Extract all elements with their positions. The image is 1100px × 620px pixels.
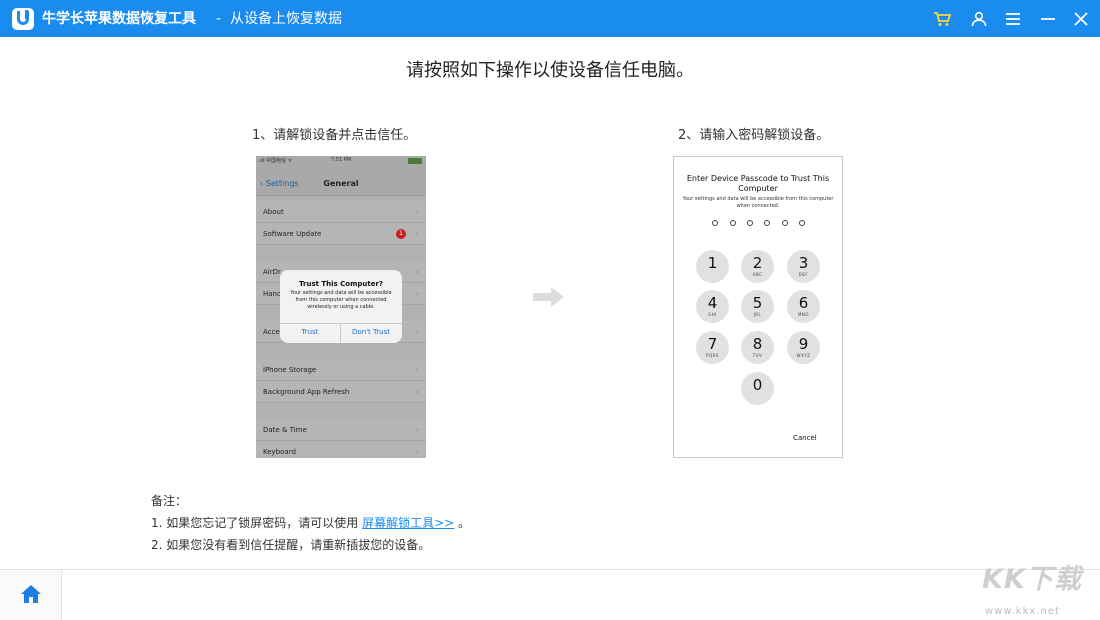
passcode-dot xyxy=(712,220,718,226)
list-item: iPhone Storage › xyxy=(256,359,426,381)
home-icon xyxy=(21,585,41,603)
nav-title: General xyxy=(323,179,359,188)
nav-bar: ‹ Settings General xyxy=(256,166,426,196)
keypad-key: 2 ABC xyxy=(741,250,774,283)
screen-unlock-link[interactable]: 屏幕解锁工具>> xyxy=(362,516,454,530)
keypad-key: 8 TUV xyxy=(741,331,774,364)
keypad-key: 7 PQRS xyxy=(696,331,729,364)
keypad-key: 9 WXYZ xyxy=(787,331,820,364)
passcode-dot xyxy=(747,220,753,226)
badge: 1 xyxy=(396,229,406,239)
list-item: Background App Refresh › xyxy=(256,381,426,403)
cart-icon[interactable] xyxy=(929,6,955,32)
page-heading: 请按照如下操作以使设备信任电脑。 xyxy=(406,60,694,81)
user-icon[interactable] xyxy=(966,6,992,32)
battery-icon xyxy=(408,158,422,164)
trust-button: Trust xyxy=(301,328,319,336)
status-bar: ııll 中国电信 ᯤ 7:51 PM xyxy=(256,156,426,166)
note-2: 2. 如果您没有看到信任提醒，请重新插拔您的设备。 xyxy=(151,538,431,552)
dont-trust-button: Don't Trust xyxy=(352,328,390,336)
keypad-key: 4 GHI xyxy=(696,290,729,323)
watermark-logo: KK下载 xyxy=(982,564,1082,595)
trust-illustration: ııll 中国电信 ᯤ 7:51 PM ‹ Settings General A… xyxy=(256,156,426,458)
footer-divider xyxy=(0,569,1100,570)
trust-alert: Trust This Computer? Your settings and d… xyxy=(280,270,402,343)
passcode-subtitle: Your settings and data will be accessibl… xyxy=(682,196,834,209)
passcode-dot xyxy=(764,220,770,226)
keypad-key: 5 JKL xyxy=(741,290,774,323)
close-icon[interactable] xyxy=(1068,6,1094,32)
list-item: Date & Time › xyxy=(256,419,426,441)
step1-label: 1、请解锁设备并点击信任。 xyxy=(252,128,417,143)
alert-body: Your settings and data will be accessibl… xyxy=(290,290,392,310)
cancel-label: Cancel xyxy=(793,434,817,442)
page-subtitle: 从设备上恢复数据 xyxy=(230,11,342,27)
title-bar: 牛学长苹果数据恢复工具 - 从设备上恢复数据 xyxy=(0,0,1100,37)
list-item: Keyboard › xyxy=(256,441,426,458)
keypad-key: 3 DEF xyxy=(787,250,820,283)
watermark: KK下载 www.kkx.net xyxy=(982,564,1082,618)
passcode-dot xyxy=(799,220,805,226)
passcode-dot xyxy=(782,220,788,226)
note-1: 1. 如果您忘记了锁屏密码，请可以使用 屏幕解锁工具>> 。 xyxy=(151,516,471,530)
status-time: 7:51 PM xyxy=(330,157,352,163)
step2-label: 2、请输入密码解锁设备。 xyxy=(678,128,830,143)
app-title: 牛学长苹果数据恢复工具 xyxy=(42,11,196,27)
app-logo-icon xyxy=(12,8,34,30)
watermark-url: www.kkx.net xyxy=(985,606,1060,617)
keypad-key: 1 xyxy=(696,250,729,283)
passcode-title: Enter Device Passcode to Trust This Comp… xyxy=(686,174,830,193)
passcode-illustration: Enter Device Passcode to Trust This Comp… xyxy=(673,156,843,458)
menu-icon[interactable] xyxy=(1000,6,1026,32)
alert-title: Trust This Computer? xyxy=(299,280,383,288)
keypad-key: 0 xyxy=(741,372,774,405)
home-button[interactable] xyxy=(0,570,62,620)
arrow-right-icon xyxy=(533,287,565,311)
title-separator: - xyxy=(216,11,222,27)
passcode-dot xyxy=(730,220,736,226)
minimize-icon[interactable] xyxy=(1035,6,1061,32)
list-item: Software Update 1 › xyxy=(256,223,426,245)
keypad-key: 6 MNO xyxy=(787,290,820,323)
notes-header: 备注： xyxy=(151,494,188,508)
list-item: About › xyxy=(256,201,426,223)
